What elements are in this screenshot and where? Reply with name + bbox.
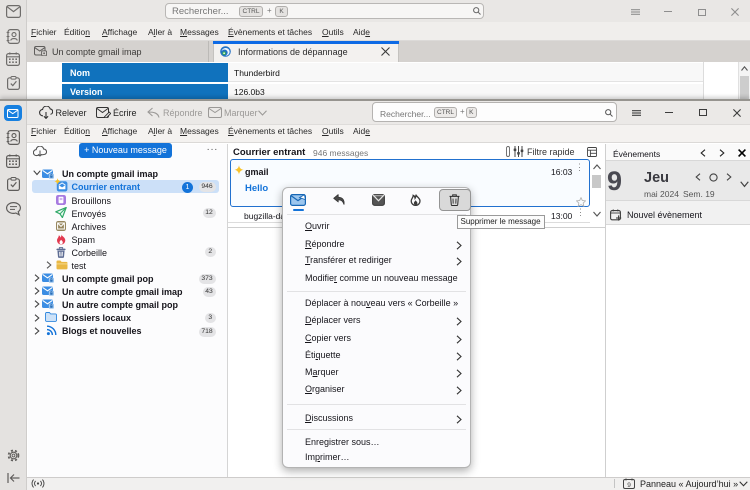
svg-text:9: 9 [627,482,631,489]
